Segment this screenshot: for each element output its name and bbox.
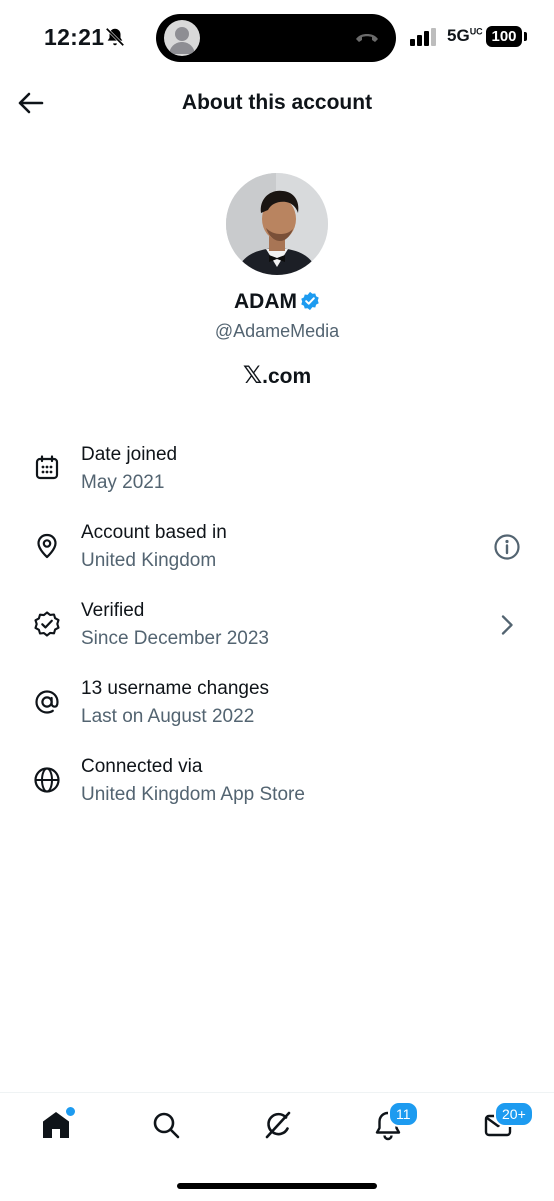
info-subtitle: May 2021 <box>81 472 165 493</box>
nav-messages[interactable]: 20+ <box>482 1101 534 1141</box>
notifications-badge: 11 <box>388 1101 419 1127</box>
account-info-list: Date joined May 2021 Account based in Un… <box>0 440 554 830</box>
info-row-account-based-in: Account based in United Kingdom <box>0 518 554 596</box>
battery-indicator: 100 <box>486 26 522 47</box>
profile-name-row: ADAM <box>0 290 554 314</box>
dynamic-island[interactable] <box>156 14 396 62</box>
at-sign-icon <box>33 688 61 716</box>
info-circle-icon[interactable] <box>493 533 521 561</box>
page-header: About this account <box>0 76 554 134</box>
notifications-icon <box>372 1111 404 1145</box>
status-time: 12:21 <box>44 24 105 50</box>
info-title: Account based in <box>81 522 227 543</box>
info-subtitle: Since December 2023 <box>81 628 269 649</box>
info-subtitle: Last on August 2022 <box>81 706 255 727</box>
messages-badge: 20+ <box>494 1101 534 1127</box>
signal-bars-icon <box>410 28 438 46</box>
verified-badge-outline-icon <box>33 610 61 638</box>
info-title: 13 username changes <box>81 678 270 699</box>
info-row-date-joined: Date joined May 2021 <box>0 440 554 518</box>
battery-tip <box>524 32 527 41</box>
home-icon <box>40 1112 72 1145</box>
info-subtitle: United Kingdom <box>81 550 217 571</box>
search-icon <box>150 1112 182 1145</box>
unread-dot <box>64 1105 77 1118</box>
x-logo-icon: 𝕏 <box>242 362 263 389</box>
messages-icon <box>482 1114 514 1145</box>
caller-avatar-icon <box>164 20 200 56</box>
info-row-verified[interactable]: Verified Since December 2023 <box>0 596 554 674</box>
verified-badge-icon[interactable] <box>300 291 320 311</box>
profile-affiliation[interactable]: 𝕏.com <box>0 361 554 390</box>
info-title: Date joined <box>81 444 178 465</box>
info-title: Connected via <box>81 756 203 777</box>
nav-home[interactable] <box>40 1105 77 1141</box>
status-bar: 12:21 5GUC 100 <box>0 0 554 76</box>
avatar[interactable] <box>226 173 328 275</box>
profile-name: ADAM <box>234 290 297 313</box>
bell-slash-icon <box>104 26 126 48</box>
info-subtitle: United Kingdom App Store <box>81 784 305 805</box>
info-title: Verified <box>81 600 145 621</box>
page-title: About this account <box>181 91 373 114</box>
location-pin-icon <box>33 532 61 560</box>
chevron-right-icon[interactable] <box>493 611 521 639</box>
affiliation-text: .com <box>262 365 312 388</box>
calendar-icon <box>33 454 61 482</box>
info-row-username-changes: 13 username changes Last on August 2022 <box>0 674 554 752</box>
info-row-connected-via: Connected via United Kingdom App Store <box>0 752 554 830</box>
nav-grok[interactable] <box>262 1109 294 1141</box>
nav-search[interactable] <box>150 1109 182 1141</box>
globe-icon <box>33 766 61 794</box>
home-indicator[interactable] <box>177 1183 377 1189</box>
grok-icon <box>262 1111 294 1145</box>
network-indicator: 5GUC <box>447 26 483 45</box>
profile-handle: @AdameMedia <box>214 321 340 341</box>
end-call-icon <box>354 28 380 48</box>
nav-notifications[interactable]: 11 <box>372 1101 419 1141</box>
